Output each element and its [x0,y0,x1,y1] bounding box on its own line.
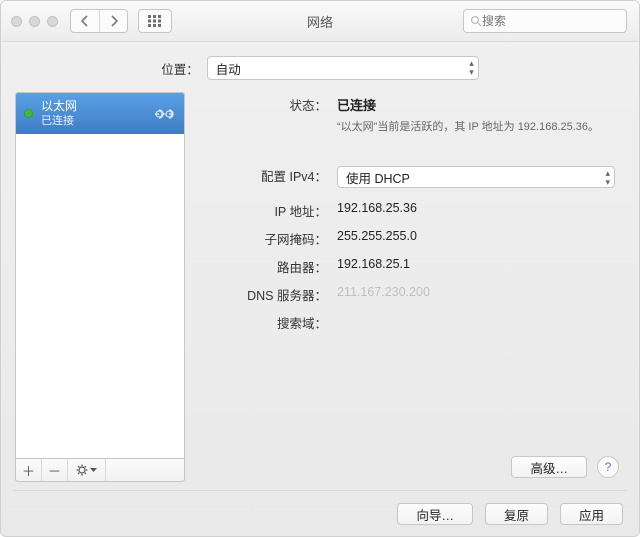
config-ipv4-popup[interactable]: 使用 DHCP ▴▾ [337,166,615,188]
help-icon: ? [605,460,612,474]
back-button[interactable] [71,10,99,32]
location-label: 位置： [161,59,199,78]
toolbar-spacer [106,459,184,481]
config-ipv4-row: 配置 IPv4： 使用 DHCP ▴▾ [197,163,615,188]
mask-label: 子网掩码： [197,226,337,248]
minus-icon: － [48,461,61,480]
traffic-lights [11,16,58,27]
service-toolbar: ＋ － [15,458,185,482]
revert-button[interactable]: 复原 [485,503,548,525]
remove-service-button[interactable]: － [42,459,68,481]
search-input[interactable] [482,14,637,28]
advanced-button[interactable]: 高级… [511,456,587,478]
search-domain-value [337,310,615,313]
search-domain-label: 搜索域： [197,310,337,332]
status-note: “以太网”当前是活跃的，其 IP 地址为 192.168.25.36。 [337,120,615,135]
forward-button[interactable] [99,10,127,32]
service-item-name: 以太网 [41,99,77,113]
search-field[interactable] [463,9,627,33]
titlebar: 网络 [1,1,639,42]
bottom-buttons: 向导… 复原 应用 [1,491,639,525]
service-list[interactable]: 以太网 已连接 [15,92,185,458]
add-service-button[interactable]: ＋ [16,459,42,481]
network-prefs-window: 网络 位置： 自动 ▴▾ 以太网 已连接 [0,0,640,537]
status-value-block: 已连接 “以太网”当前是活跃的，其 IP 地址为 192.168.25.36。 [337,92,615,135]
config-ipv4-value: 使用 DHCP [346,168,410,187]
status-label: 状态： [197,92,337,114]
advanced-row: 高级… ? [511,456,619,478]
main-split: 以太网 已连接 ＋ － [1,92,639,490]
service-item-text: 以太网 已连接 [41,99,144,128]
dns-row: DNS 服务器： 211.167.230.200 [197,282,615,304]
chevron-updown-icon: ▴▾ [605,169,610,187]
location-value: 自动 [216,59,241,78]
assist-button[interactable]: 向导… [397,503,473,525]
sidebar: 以太网 已连接 ＋ － [15,92,185,482]
search-domain-row: 搜索域： [197,310,615,332]
service-item-status: 已连接 [41,114,144,128]
minimize-icon[interactable] [29,16,40,27]
gear-icon [76,464,97,476]
router-row: 路由器： 192.168.25.1 [197,254,615,276]
location-popup[interactable]: 自动 ▴▾ [207,56,479,80]
close-icon[interactable] [11,16,22,27]
chevron-updown-icon: ▴▾ [469,59,474,77]
ip-value: 192.168.25.36 [337,198,615,215]
detail-pane: 状态： 已连接 “以太网”当前是活跃的，其 IP 地址为 192.168.25.… [197,92,625,482]
plus-icon: ＋ [22,461,35,480]
service-item-ethernet[interactable]: 以太网 已连接 [16,93,184,134]
status-value: 已连接 [337,98,376,113]
nav-segment [70,9,128,33]
zoom-icon[interactable] [47,16,58,27]
show-all-button[interactable] [138,9,172,33]
config-ipv4-label: 配置 IPv4： [197,163,337,185]
apply-button[interactable]: 应用 [560,503,623,525]
status-row: 状态： 已连接 “以太网”当前是活跃的，其 IP 地址为 192.168.25.… [197,92,615,135]
location-row: 位置： 自动 ▴▾ [1,42,639,92]
ip-label: IP 地址： [197,198,337,220]
search-icon [470,15,482,27]
mask-row: 子网掩码： 255.255.255.0 [197,226,615,248]
router-label: 路由器： [197,254,337,276]
status-dot-icon [24,109,33,118]
service-actions-button[interactable] [68,459,106,481]
router-value: 192.168.25.1 [337,254,615,271]
dns-label: DNS 服务器： [197,282,337,304]
ethernet-icon [152,105,176,123]
help-button[interactable]: ? [597,456,619,478]
dns-value: 211.167.230.200 [337,282,615,299]
ip-row: IP 地址： 192.168.25.36 [197,198,615,220]
mask-value: 255.255.255.0 [337,226,615,243]
